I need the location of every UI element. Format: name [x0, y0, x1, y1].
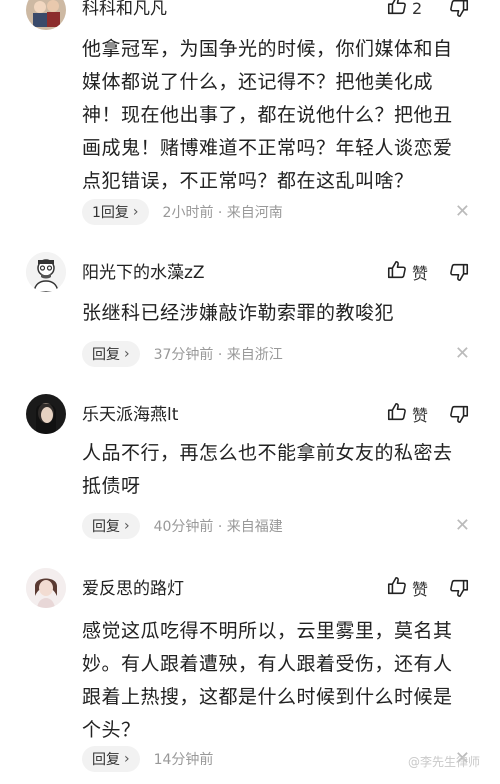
avatar[interactable] — [26, 568, 66, 608]
thumbs-down-icon — [448, 261, 470, 283]
reply-button[interactable]: 1回复 › — [82, 199, 149, 225]
comment-text: 感觉这瓜吃得不明所以，云里雾里，莫名其 妙。有人跟着遭殃，有人跟着受伤，还有人 … — [82, 615, 482, 747]
thumbs-up-icon — [386, 259, 408, 285]
thumbs-down-icon — [448, 0, 470, 19]
comment-line: 感觉这瓜吃得不明所以，云里雾里，莫名其 — [82, 620, 453, 642]
like-button[interactable]: 2 — [386, 0, 434, 21]
comment-line: 个头？ — [82, 719, 141, 741]
close-icon[interactable]: ✕ — [455, 513, 470, 539]
comment-line: 妙。有人跟着遭殃，有人跟着受伤，还有人 — [82, 653, 453, 675]
avatar[interactable] — [26, 394, 66, 434]
username[interactable]: 爱反思的路灯 — [82, 578, 184, 600]
like-count: 赞 — [412, 580, 429, 599]
dislike-button[interactable] — [448, 261, 470, 283]
comment-meta: 1回复 › 2小时前 · 来自河南 — [82, 199, 283, 225]
username[interactable]: 乐天派海燕lt — [82, 404, 178, 426]
comment-actions: 赞 — [386, 575, 470, 601]
comment-line: 他拿冠军，为国争光的时候，你们媒体和自 — [82, 38, 453, 60]
comment-line: 人品不行，再怎么也不能拿前女友的私密去 — [82, 442, 453, 464]
dislike-button[interactable] — [448, 0, 470, 19]
comment-meta: 回复 › 40分钟前 · 来自福建 — [82, 513, 283, 539]
like-count: 2 — [412, 0, 423, 18]
reply-button[interactable]: 回复 › — [82, 341, 140, 367]
like-button[interactable]: 赞 — [386, 401, 434, 427]
username[interactable]: 科科和凡凡 — [82, 0, 167, 20]
comment-actions: 赞 — [386, 401, 470, 427]
time-location: 40分钟前 · 来自福建 — [153, 519, 283, 535]
comment-line: 神！现在他出事了，都在说他什么？把他丑 — [82, 104, 453, 126]
comment-text: 张继科已经涉嫌敲诈勒索罪的教唆犯 — [82, 297, 482, 330]
comment-line: 画成鬼！赌博难道不正常吗？年轻人谈恋爱 — [82, 137, 453, 159]
reply-label: 回复 — [92, 752, 120, 768]
thumbs-up-icon — [386, 401, 408, 427]
chevron-right-icon: › — [124, 346, 130, 362]
dislike-button[interactable] — [448, 403, 470, 425]
dislike-button[interactable] — [448, 577, 470, 599]
comment-meta: 回复 › 14分钟前 — [82, 746, 213, 772]
comment-line: 跟着上热搜，这都是什么时候到什么时候是 — [82, 686, 453, 708]
like-count: 赞 — [412, 406, 429, 425]
thumbs-up-icon — [386, 0, 408, 21]
chevron-right-icon: › — [124, 751, 130, 767]
like-button[interactable]: 赞 — [386, 259, 434, 285]
comment-line: 点犯错误，不正常吗？都在这乱叫啥？ — [82, 170, 414, 192]
reply-label: 回复 — [92, 519, 120, 535]
watermark: @李先生律师 — [407, 755, 480, 769]
like-count: 赞 — [412, 264, 429, 283]
close-icon[interactable]: ✕ — [455, 199, 470, 225]
like-button[interactable]: 赞 — [386, 575, 434, 601]
reply-button[interactable]: 回复 › — [82, 746, 140, 772]
time-location: 14分钟前 — [153, 752, 214, 768]
reply-button[interactable]: 回复 › — [82, 513, 140, 539]
username[interactable]: 阳光下的水藻zZ — [82, 262, 205, 284]
comment-actions: 赞 — [386, 259, 470, 285]
reply-label: 1回复 — [92, 205, 129, 221]
comment-actions: 2 — [386, 0, 470, 19]
comment-text: 人品不行，再怎么也不能拿前女友的私密去 抵债呀 — [82, 437, 482, 503]
thumbs-up-icon — [386, 575, 408, 601]
comment-line: 媒体都说了什么，还记得不？把他美化成 — [82, 71, 434, 93]
comment-meta: 回复 › 37分钟前 · 来自浙江 — [82, 341, 283, 367]
close-icon[interactable]: ✕ — [455, 341, 470, 367]
avatar[interactable] — [26, 252, 66, 292]
thumbs-down-icon — [448, 403, 470, 425]
thumbs-down-icon — [448, 577, 470, 599]
comment-line: 抵债呀 — [82, 475, 141, 497]
reply-label: 回复 — [92, 347, 120, 363]
time-location: 2小时前 · 来自河南 — [162, 205, 283, 221]
time-location: 37分钟前 · 来自浙江 — [153, 347, 283, 363]
avatar[interactable] — [26, 0, 66, 30]
chevron-right-icon: › — [132, 204, 139, 220]
chevron-right-icon: › — [124, 518, 130, 534]
comment-line: 张继科已经涉嫌敲诈勒索罪的教唆犯 — [82, 302, 395, 324]
comment-text: 他拿冠军，为国争光的时候，你们媒体和自 媒体都说了什么，还记得不？把他美化成 神… — [82, 33, 482, 198]
